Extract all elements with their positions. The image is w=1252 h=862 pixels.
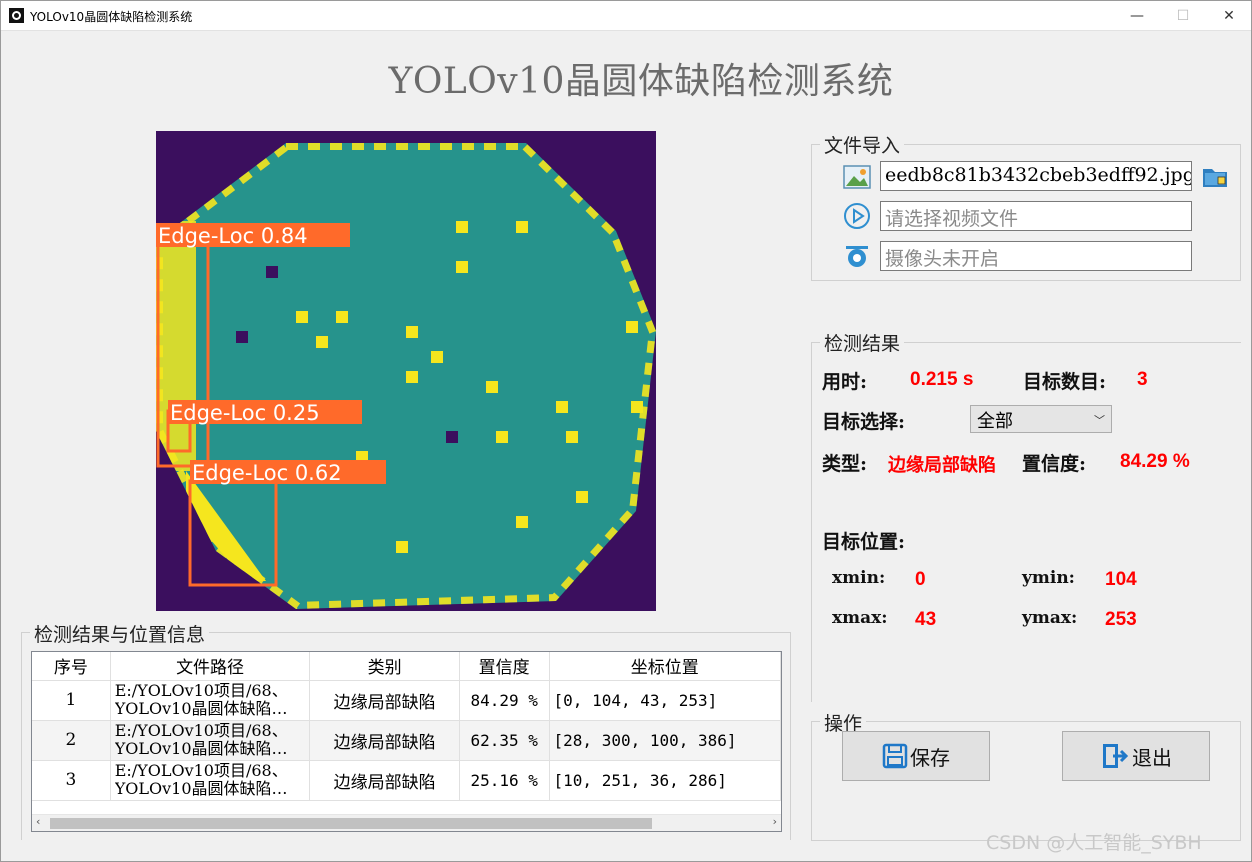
cell-confidence: 62.35 % [459, 720, 550, 761]
count-value: 3 [1137, 369, 1148, 390]
scroll-left-icon[interactable]: ‹ [36, 815, 40, 828]
cell-index: 3 [32, 760, 111, 801]
cell-path-line1: E:/YOLOv10项目/68、 [114, 682, 288, 700]
window-title: YOLOv10晶圆体缺陷检测系统 [30, 10, 193, 24]
save-button-label: 保存 [910, 745, 950, 770]
cell-coords: [0, 104, 43, 253] [549, 680, 781, 721]
image-icon[interactable] [843, 163, 871, 191]
chevron-down-icon: ﹀ [1094, 414, 1105, 427]
video-icon[interactable] [843, 202, 871, 230]
cell-index: 1 [32, 680, 111, 721]
target-select-label: 目标选择: [822, 411, 906, 433]
cell-class: 边缘局部缺陷 [309, 720, 460, 761]
box-label-2: Edge-Loc 0.25 [170, 401, 320, 425]
close-button[interactable]: ✕ [1206, 0, 1252, 31]
app-logo-icon [9, 8, 24, 23]
app-title: YOLOv10晶圆体缺陷检测系统 [388, 61, 894, 102]
count-label: 目标数目: [1023, 371, 1107, 393]
xmin-value: 0 [915, 569, 926, 590]
xmin-label: xmin: [832, 568, 886, 588]
confidence-label: 置信度: [1022, 453, 1087, 475]
results-title: 检测结果 [820, 329, 905, 356]
cell-coords: [10, 251, 36, 286] [549, 760, 781, 801]
exit-icon [1103, 744, 1129, 768]
type-label: 类型: [822, 453, 868, 475]
confidence-value: 84.29 % [1120, 451, 1190, 472]
table-row[interactable]: 2 E:/YOLOv10项目/68、 YOLOv10晶圆体缺陷… 边缘局部缺陷 6… [32, 720, 781, 761]
cell-coords: [28, 300, 100, 386] [549, 720, 781, 761]
cell-path: E:/YOLOv10项目/68、 YOLOv10晶圆体缺陷… [110, 720, 311, 761]
col-header-confidence[interactable]: 置信度 [459, 652, 550, 681]
table-row[interactable]: 3 E:/YOLOv10项目/68、 YOLOv10晶圆体缺陷… 边缘局部缺陷 2… [32, 760, 781, 801]
target-select-dropdown[interactable]: 全部 ﹀ [970, 405, 1112, 433]
time-value: 0.215 s [910, 369, 974, 390]
time-label: 用时: [822, 371, 868, 393]
scrollbar-thumb[interactable] [50, 818, 652, 829]
box-label-3: Edge-Loc 0.62 [192, 461, 342, 485]
save-button[interactable]: 保存 [842, 731, 990, 781]
cell-path: E:/YOLOv10项目/68、 YOLOv10晶圆体缺陷… [110, 680, 311, 721]
xmax-label: xmax: [832, 608, 888, 628]
target-select-value: 全部 [977, 411, 1013, 432]
col-header-path[interactable]: 文件路径 [110, 652, 311, 681]
folder-icon[interactable] [1201, 162, 1229, 190]
cell-path-line2: YOLOv10晶圆体缺陷… [114, 780, 288, 798]
window-titlebar: YOLOv10晶圆体缺陷检测系统 — ☐ ✕ [0, 0, 1252, 31]
table-title: 检测结果与位置信息 [30, 620, 210, 647]
results-table[interactable]: 序号 文件路径 类别 置信度 坐标位置 1 E:/YOLOv10项目/68、 YO… [31, 651, 782, 832]
watermark: CSDN @人工智能_SYBH [986, 832, 1202, 854]
cell-index: 2 [32, 720, 111, 761]
cell-path-line2: YOLOv10晶圆体缺陷… [114, 740, 288, 758]
col-header-index[interactable]: 序号 [32, 652, 111, 681]
detection-image: Edge-Loc 0.84 Edge-Loc 0.25 Edge-Loc 0.6… [156, 131, 656, 611]
ymax-value: 253 [1105, 609, 1137, 630]
file-import-title: 文件导入 [820, 131, 905, 158]
type-value: 边缘局部缺陷 [888, 455, 996, 476]
xmax-value: 43 [915, 609, 937, 630]
video-file-field[interactable]: 请选择视频文件 [880, 201, 1192, 231]
cell-path-line2: YOLOv10晶圆体缺陷… [114, 700, 288, 718]
camera-icon[interactable] [843, 242, 871, 270]
cell-class: 边缘局部缺陷 [309, 760, 460, 801]
ymax-label: ymax: [1022, 608, 1078, 628]
scroll-right-icon[interactable]: › [773, 815, 777, 828]
cell-class: 边缘局部缺陷 [309, 680, 460, 721]
position-label: 目标位置: [822, 531, 906, 553]
ymin-label: ymin: [1022, 568, 1075, 588]
exit-button-label: 退出 [1132, 745, 1172, 770]
box-label-1: Edge-Loc 0.84 [158, 224, 308, 248]
exit-button[interactable]: 退出 [1062, 731, 1210, 781]
horizontal-scrollbar[interactable]: ‹ › [32, 814, 781, 831]
col-header-coords[interactable]: 坐标位置 [549, 652, 781, 681]
minimize-button[interactable]: — [1114, 0, 1160, 31]
ymin-value: 104 [1105, 569, 1137, 590]
cell-confidence: 25.16 % [459, 760, 550, 801]
cell-path-line1: E:/YOLOv10项目/68、 [114, 762, 288, 780]
save-icon [882, 743, 908, 769]
col-header-class[interactable]: 类别 [309, 652, 460, 681]
cell-path: E:/YOLOv10项目/68、 YOLOv10晶圆体缺陷… [110, 760, 311, 801]
cell-path-line1: E:/YOLOv10项目/68、 [114, 722, 288, 740]
table-header-row: 序号 文件路径 类别 置信度 坐标位置 [32, 652, 781, 681]
camera-field[interactable]: 摄像头未开启 [880, 241, 1192, 271]
table-row[interactable]: 1 E:/YOLOv10项目/68、 YOLOv10晶圆体缺陷… 边缘局部缺陷 8… [32, 680, 781, 721]
results-group [811, 342, 1241, 702]
image-file-field[interactable]: eedb8c81b3432cbeb3edff92.jpg [880, 161, 1192, 191]
maximize-button[interactable]: ☐ [1160, 0, 1206, 31]
cell-confidence: 84.29 % [459, 680, 550, 721]
